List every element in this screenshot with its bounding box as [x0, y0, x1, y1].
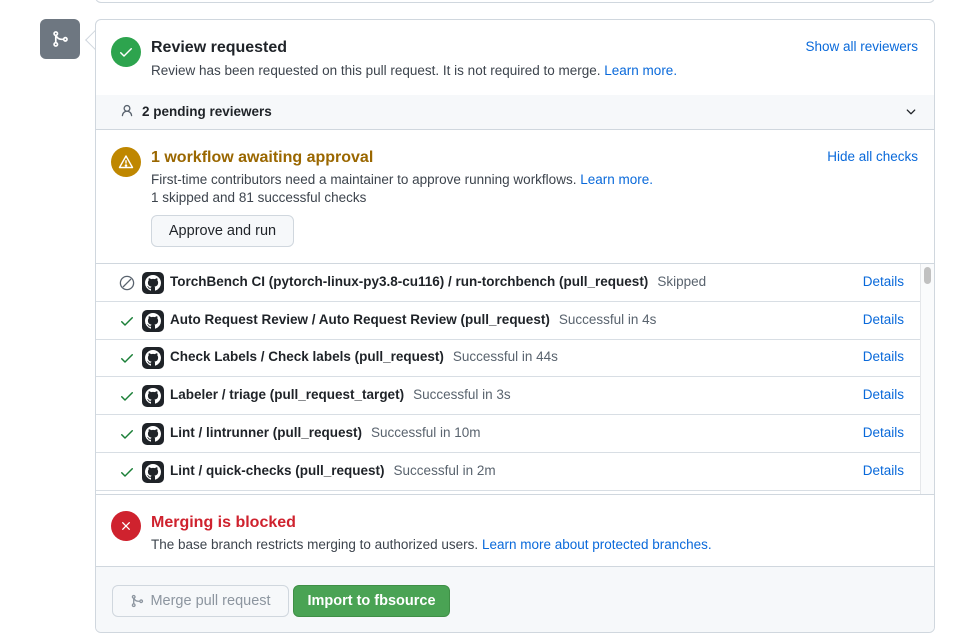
github-icon [142, 385, 164, 408]
check-title: Labeler / triage (pull_request_target) [170, 387, 405, 403]
skip-icon [119, 275, 135, 291]
previous-timeline-box [95, 0, 935, 3]
checks-summary: 1 skipped and 81 successful checks [151, 190, 367, 205]
check-name: Lint / lintrunner (pull_request) Successf… [170, 425, 481, 440]
checks-scrollbar[interactable] [920, 264, 934, 494]
approve-and-run-button[interactable]: Approve and run [151, 215, 294, 247]
check-result: Successful in 3s [413, 387, 511, 403]
check-icon [119, 388, 135, 404]
merge-blocked-description: The base branch restricts merging to aut… [151, 537, 712, 552]
check-details-link[interactable]: Details [863, 349, 904, 364]
alert-icon [111, 147, 141, 177]
check-name: Auto Request Review / Auto Request Revie… [170, 312, 656, 327]
check-name: TorchBench CI (pytorch-linux-py3.8-cu116… [170, 274, 706, 289]
import-to-fbsource-button[interactable]: Import to fbsource [293, 585, 450, 617]
checks-list: TorchBench CI (pytorch-linux-py3.8-cu116… [96, 263, 934, 494]
check-title: Lint / quick-checks (pull_request) [170, 462, 385, 478]
check-result: Successful in 4s [558, 311, 657, 327]
check-icon [119, 313, 135, 329]
git-merge-icon [130, 594, 144, 608]
chevron-down-icon [904, 105, 918, 122]
check-name: Lint / quick-checks (pull_request) Succes… [170, 463, 496, 478]
check-icon [119, 426, 135, 442]
check-title: Check Labels / Check labels (pull_reques… [170, 349, 444, 365]
hide-all-checks-link[interactable]: Hide all checks [827, 149, 918, 164]
x-circle-icon [111, 511, 141, 541]
check-result: Successful in 2m [393, 462, 496, 478]
check-details-link[interactable]: Details [863, 274, 904, 289]
check-icon [119, 350, 135, 366]
pending-reviewers-toggle[interactable]: 2 pending reviewers [96, 95, 934, 130]
github-icon [142, 309, 164, 332]
workflow-learn-more-link[interactable]: Learn more. [580, 172, 653, 187]
check-details-link[interactable]: Details [863, 463, 904, 478]
git-merge-icon [40, 19, 80, 59]
review-title: Review requested [151, 39, 288, 56]
github-icon [142, 422, 164, 445]
check-result: Skipped [657, 274, 707, 289]
check-details-link[interactable]: Details [863, 312, 904, 327]
scrollbar-thumb[interactable] [924, 267, 931, 284]
check-row: Labeler / triage (pull_request_target) Su… [96, 377, 920, 416]
check-circle-icon [111, 37, 141, 67]
check-title: TorchBench CI (pytorch-linux-py3.8-cu116… [170, 274, 649, 289]
check-result: Successful in 44s [452, 349, 558, 365]
check-row: Lint / lintrunner (pull_request) Successf… [96, 415, 920, 453]
check-name: Labeler / triage (pull_request_target) Su… [170, 387, 511, 402]
merge-button-label: Merge pull request [150, 593, 271, 609]
check-row: Auto Request Review / Auto Request Revie… [96, 302, 920, 340]
check-result: Successful in 10m [371, 424, 481, 440]
github-icon [142, 347, 164, 370]
merge-pull-request-button[interactable]: Merge pull request [112, 585, 289, 617]
check-details-link[interactable]: Details [863, 425, 904, 440]
check-name: Check Labels / Check labels (pull_reques… [170, 349, 558, 364]
workflow-title: 1 workflow awaiting approval [151, 149, 374, 166]
merge-blocked-title: Merging is blocked [151, 514, 296, 531]
workflow-description: First-time contributors need a maintaine… [151, 172, 653, 187]
check-row: Lint / quick-checks (pull_request) Succes… [96, 453, 920, 491]
check-row: TorchBench CI (pytorch-linux-py3.8-cu116… [96, 264, 920, 302]
pending-reviewers-label: 2 pending reviewers [142, 104, 272, 119]
github-icon [142, 272, 164, 294]
github-icon [142, 460, 164, 483]
review-description-text: Review has been requested on this pull r… [151, 63, 601, 78]
check-details-link[interactable]: Details [863, 387, 904, 402]
merge-box-panel: Review requested Review has been request… [95, 19, 935, 633]
merge-blocked-section: Merging is blocked The base branch restr… [96, 494, 934, 566]
review-description: Review has been requested on this pull r… [151, 63, 677, 78]
person-icon [120, 103, 134, 122]
merge-actions: Merge pull request Import to fbsource [96, 566, 934, 632]
review-learn-more-link[interactable]: Learn more. [604, 63, 677, 78]
check-row: Check Labels / Check labels (pull_reques… [96, 339, 920, 378]
protected-branches-link[interactable]: Learn more about protected branches. [482, 537, 712, 552]
review-section: Review requested Review has been request… [96, 20, 934, 95]
check-title: Auto Request Review / Auto Request Revie… [170, 311, 550, 327]
check-title: Lint / lintrunner (pull_request) [170, 424, 362, 440]
merge-blocked-description-text: The base branch restricts merging to aut… [151, 537, 479, 552]
workflow-description-text: First-time contributors need a maintaine… [151, 172, 577, 187]
check-icon [119, 464, 135, 480]
show-all-reviewers-link[interactable]: Show all reviewers [805, 39, 918, 54]
